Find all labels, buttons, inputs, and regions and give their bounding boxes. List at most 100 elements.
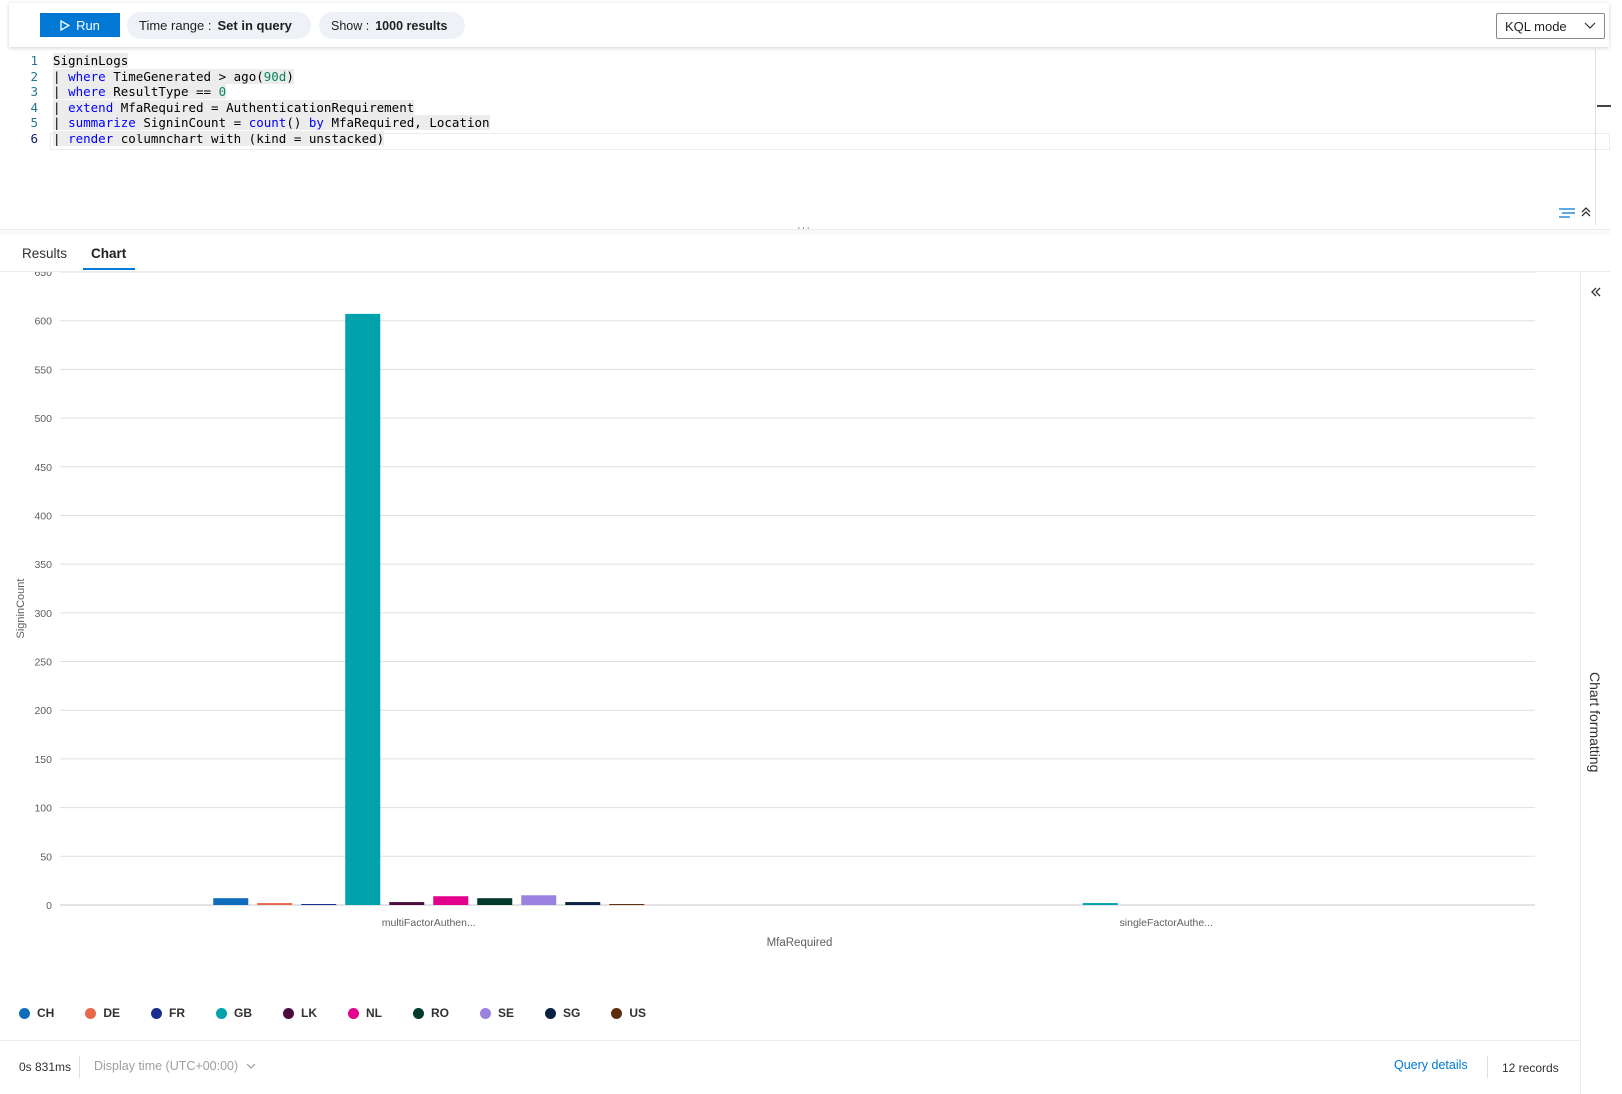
legend-item-us[interactable]: US bbox=[611, 1003, 646, 1023]
legend-item-lk[interactable]: LK bbox=[283, 1003, 317, 1023]
record-count: 12 records bbox=[1502, 1061, 1559, 1075]
code-text: | where ResultType == 0 bbox=[53, 84, 227, 99]
tab-results[interactable]: Results bbox=[22, 246, 67, 261]
legend-label: LK bbox=[301, 1006, 318, 1020]
y-tick-label: 600 bbox=[34, 316, 52, 328]
y-tick-label: 50 bbox=[40, 851, 52, 863]
legend-item-sg[interactable]: SG bbox=[545, 1003, 580, 1023]
editor-actions bbox=[1558, 206, 1592, 220]
tab-chart[interactable]: Chart bbox=[91, 246, 126, 261]
time-range-value: Set in query bbox=[217, 18, 292, 33]
time-range-picker[interactable]: Time range : Set in query bbox=[127, 12, 311, 39]
footer-separator bbox=[79, 1056, 80, 1078]
legend-swatch bbox=[611, 1007, 623, 1019]
legend-item-fr[interactable]: FR bbox=[151, 1003, 185, 1023]
y-tick-label: 500 bbox=[34, 413, 52, 425]
code-text: | summarize SigninCount = count() by Mfa… bbox=[53, 115, 490, 130]
chart-legend: CH DE FR GB LK NL RO SE SG US bbox=[19, 1003, 677, 1023]
footer-separator bbox=[1487, 1056, 1488, 1078]
legend-label: DE bbox=[103, 1006, 121, 1020]
line-number: 3 bbox=[30, 84, 38, 99]
bar-ch bbox=[213, 898, 249, 905]
line-number: 4 bbox=[30, 99, 38, 115]
chart-formatting-panel[interactable]: Chart formatting bbox=[1580, 272, 1610, 1094]
show-label: Show : bbox=[331, 18, 370, 33]
status-bar: 0s 831ms Display time (UTC+00:00) Query … bbox=[0, 1050, 1580, 1090]
legend-swatch bbox=[283, 1007, 295, 1019]
show-value: 1000 results bbox=[375, 18, 448, 33]
line-number: 5 bbox=[30, 115, 38, 130]
legend-item-gb[interactable]: GB bbox=[216, 1003, 252, 1023]
bar-lk bbox=[389, 902, 425, 905]
y-tick-label: 0 bbox=[46, 900, 52, 912]
display-time-label: Display time (UTC+00:00) bbox=[94, 1059, 239, 1073]
x-tick-label: singleFactorAuthe... bbox=[1120, 917, 1213, 929]
legend-item-ro[interactable]: RO bbox=[413, 1003, 449, 1023]
legend-label: US bbox=[629, 1006, 647, 1020]
legend-swatch bbox=[216, 1007, 228, 1019]
y-tick-label: 150 bbox=[34, 754, 52, 766]
chart-formatting-label: Chart formatting bbox=[1587, 672, 1603, 773]
y-tick-label: 550 bbox=[34, 364, 52, 376]
time-range-label: Time range : bbox=[139, 18, 212, 33]
tab-active-indicator bbox=[83, 268, 135, 270]
y-tick-label: 350 bbox=[34, 559, 52, 571]
legend-label: SG bbox=[563, 1006, 581, 1020]
bar-fr bbox=[301, 904, 337, 906]
bar-us bbox=[609, 904, 645, 906]
chevron-down-icon bbox=[246, 1063, 256, 1069]
bar-nl bbox=[433, 896, 469, 905]
legend-label: CH bbox=[37, 1006, 55, 1020]
legend-label: RO bbox=[431, 1006, 450, 1020]
legend-swatch bbox=[480, 1007, 492, 1019]
legend-swatch bbox=[151, 1007, 163, 1019]
play-icon bbox=[60, 19, 71, 31]
chevron-down-icon bbox=[1584, 22, 1596, 29]
line-number: 1 bbox=[30, 53, 38, 68]
run-button-label: Run bbox=[76, 17, 100, 33]
mode-value: KQL mode bbox=[1505, 18, 1567, 34]
mode-dropdown[interactable]: KQL mode bbox=[1496, 13, 1605, 39]
query-toolbar: Run Time range : Set in query Show : 100… bbox=[9, 3, 1609, 47]
y-tick-label: 450 bbox=[34, 462, 52, 474]
query-duration: 0s 831ms bbox=[19, 1060, 72, 1074]
legend-item-ch[interactable]: CH bbox=[19, 1003, 54, 1023]
y-tick-label: 650 bbox=[34, 272, 52, 279]
y-tick-label: 400 bbox=[34, 510, 52, 522]
bar-gb bbox=[345, 313, 381, 906]
expand-panel-icon[interactable] bbox=[1590, 286, 1602, 298]
y-tick-label: 300 bbox=[34, 608, 52, 620]
legend-swatch bbox=[413, 1007, 425, 1019]
legend-label: FR bbox=[169, 1006, 186, 1020]
legend-swatch bbox=[85, 1007, 97, 1019]
bar-sg bbox=[565, 902, 601, 905]
query-details-link[interactable]: Query details bbox=[1394, 1058, 1468, 1072]
y-tick-label: 250 bbox=[34, 657, 52, 669]
bar-de bbox=[257, 903, 293, 905]
format-query-icon[interactable] bbox=[1558, 206, 1576, 220]
result-limit-picker[interactable]: Show : 1000 results bbox=[319, 12, 465, 39]
y-tick-label: 200 bbox=[34, 705, 52, 717]
display-time-dropdown[interactable]: Display time (UTC+00:00) bbox=[94, 1059, 256, 1073]
line-number: 2 bbox=[30, 68, 38, 84]
bar-se bbox=[521, 895, 557, 905]
legend-swatch bbox=[19, 1007, 30, 1019]
legend-item-de[interactable]: DE bbox=[85, 1003, 120, 1023]
legend-label: NL bbox=[366, 1006, 383, 1020]
y-tick-label: 100 bbox=[34, 803, 52, 815]
x-axis-label: MfaRequired bbox=[767, 937, 833, 949]
editor-scrollbar[interactable] bbox=[1595, 49, 1596, 225]
legend-item-nl[interactable]: NL bbox=[348, 1003, 382, 1023]
code-text: | extend MfaRequired = AuthenticationReq… bbox=[53, 99, 415, 115]
run-button[interactable]: Run bbox=[40, 13, 120, 37]
code-text: SigninLogs bbox=[53, 53, 129, 68]
collapse-editor-icon[interactable] bbox=[1580, 206, 1592, 218]
x-tick-label: multiFactorAuthen... bbox=[382, 917, 476, 929]
splitter-handle-icon[interactable]: ··· bbox=[797, 222, 811, 234]
y-axis-label: SigninCount bbox=[15, 579, 27, 639]
bar-gb bbox=[1082, 903, 1118, 905]
legend-label: GB bbox=[234, 1006, 253, 1020]
bar-ro bbox=[477, 898, 513, 905]
legend-item-se[interactable]: SE bbox=[480, 1003, 514, 1023]
current-line-highlight bbox=[50, 133, 1610, 150]
